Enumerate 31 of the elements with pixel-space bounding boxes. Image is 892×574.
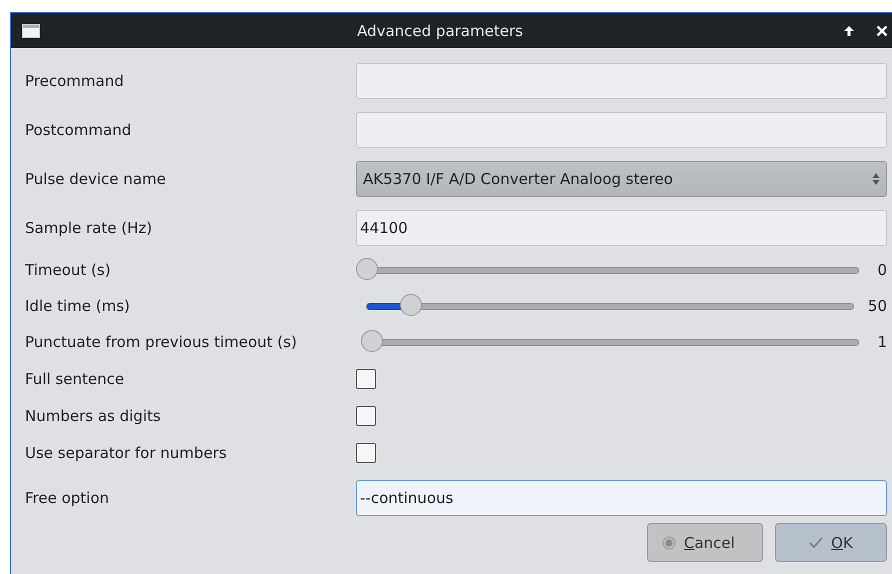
field-label: Pulse device name <box>25 170 167 188</box>
cancel-icon <box>662 536 676 550</box>
dropdown[interactable]: AK5370 I/F A/D Converter Analoog stereo <box>356 160 887 196</box>
checkmark-icon <box>809 536 824 548</box>
field-label: Punctuate from previous timeout (s) <box>25 333 298 351</box>
checkbox[interactable] <box>356 406 376 426</box>
field-label: Timeout (s) <box>25 261 112 279</box>
keep-above-icon[interactable] <box>842 24 856 38</box>
text-field[interactable] <box>356 112 887 148</box>
checkbox[interactable] <box>356 368 376 388</box>
field-label: Numbers as digits <box>25 406 162 424</box>
field-label: Precommand <box>25 72 125 90</box>
slider-value: 0 <box>876 261 887 279</box>
slider-value: 50 <box>868 297 887 315</box>
field-label: Free option <box>25 489 110 507</box>
window-title: Advanced parameters <box>356 22 524 40</box>
field-label: Idle time (ms) <box>25 297 131 315</box>
field-label: Postcommand <box>25 120 132 138</box>
close-icon[interactable] <box>876 24 888 36</box>
spin-arrows-icon <box>872 172 880 186</box>
ok-button[interactable]: OK <box>775 523 887 562</box>
field-label: Use separator for numbers <box>25 444 228 462</box>
field-label: Sample rate (Hz) <box>25 218 154 236</box>
text-field[interactable]: 44100 <box>356 210 887 246</box>
field-label: Full sentence <box>25 370 126 388</box>
slider-value: 1 <box>876 333 887 351</box>
cancel-button[interactable]: Cancel <box>647 523 763 562</box>
text-field[interactable] <box>356 62 887 98</box>
text-field[interactable]: --continuous <box>356 480 887 516</box>
checkbox[interactable] <box>356 442 376 462</box>
window-icon <box>22 24 40 38</box>
